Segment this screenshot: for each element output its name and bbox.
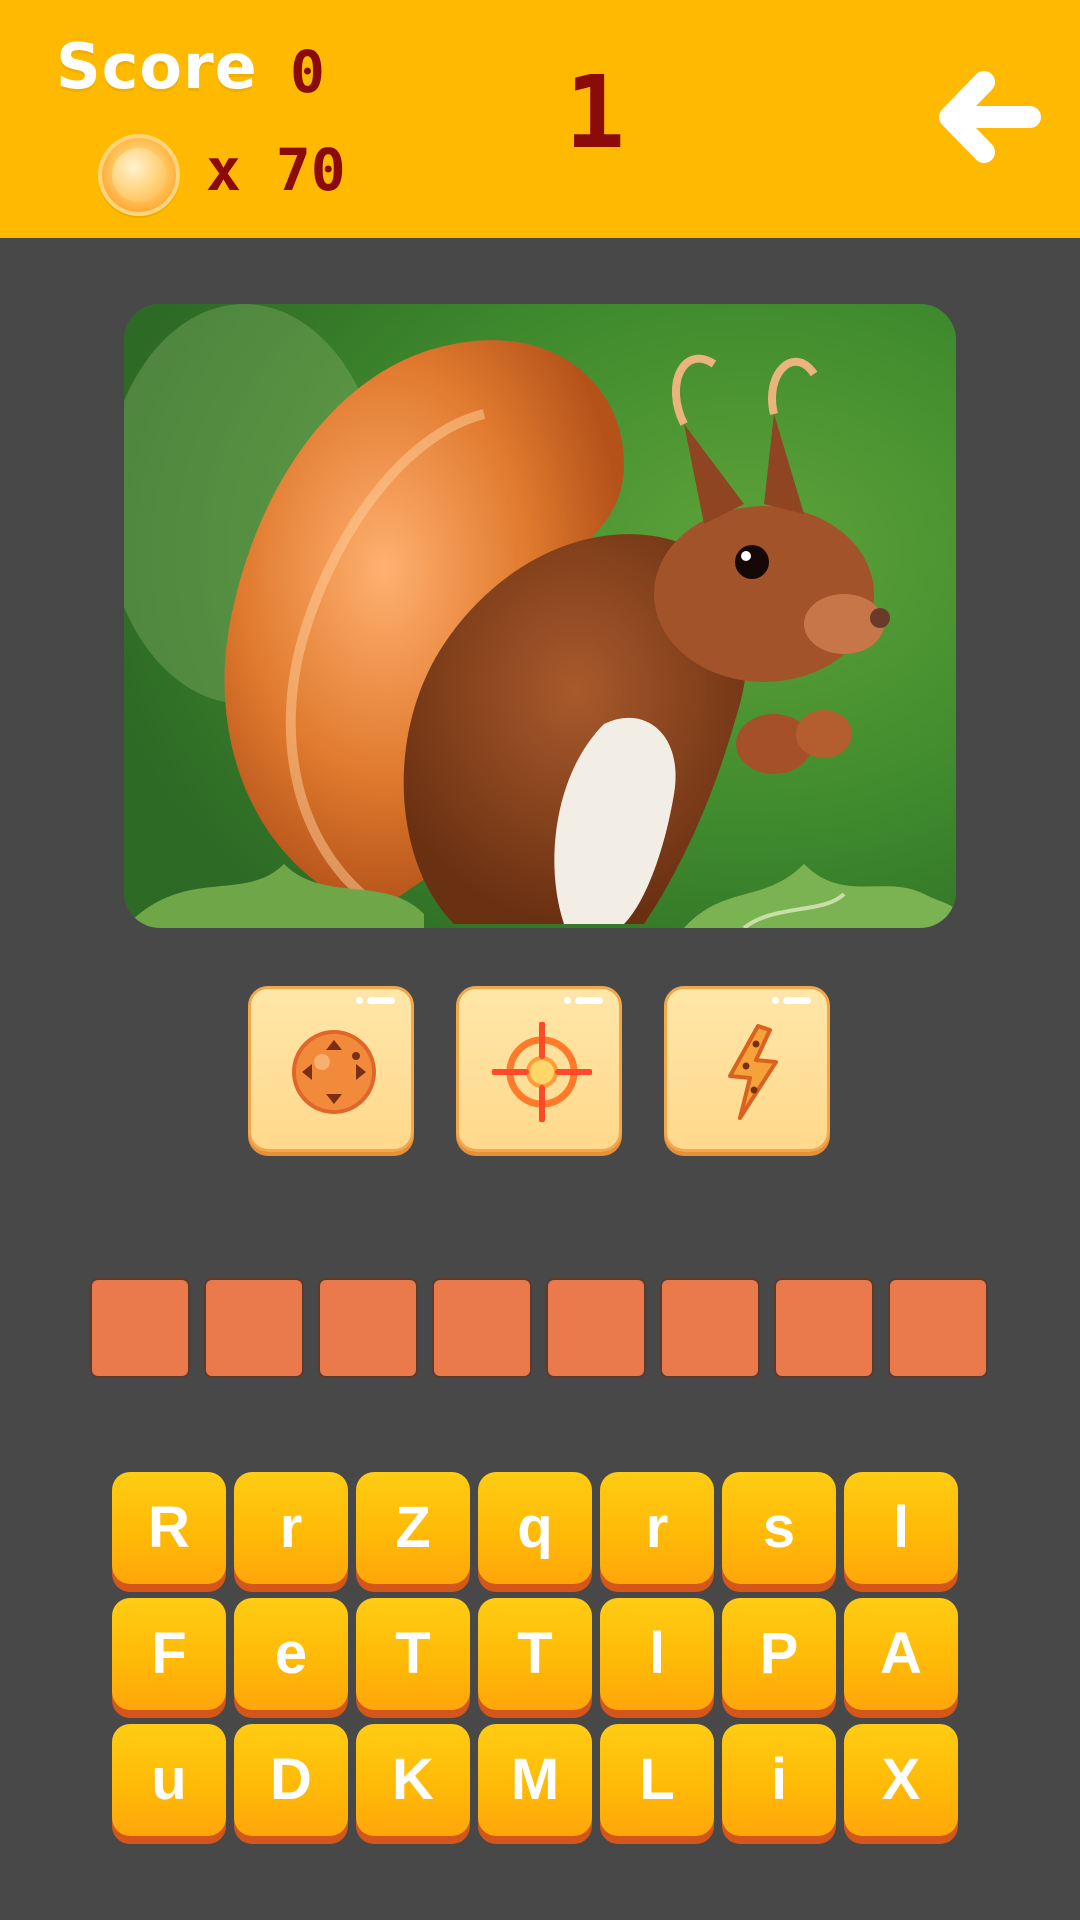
letter-key[interactable]: r (234, 1472, 348, 1584)
letter-key[interactable]: i (722, 1724, 836, 1836)
letter-key[interactable]: M (478, 1724, 592, 1836)
letter-key[interactable]: e (234, 1598, 348, 1710)
top-bar: Score 0 x 70 1 (0, 0, 1080, 238)
arrow-left-icon (939, 71, 1041, 163)
letter-key[interactable]: s (722, 1472, 836, 1584)
hint-button-cookie[interactable] (248, 986, 414, 1152)
answer-slot[interactable] (546, 1278, 646, 1378)
letter-key[interactable]: P (722, 1598, 836, 1710)
coin-icon (98, 134, 180, 216)
cookie-icon (292, 1030, 376, 1114)
score-value: 0 (290, 38, 325, 106)
coin-count: x 70 (206, 136, 346, 204)
answer-slot[interactable] (774, 1278, 874, 1378)
letter-key[interactable]: L (600, 1724, 714, 1836)
coin-count-value: 70 (275, 136, 346, 204)
letter-key[interactable]: u (112, 1724, 226, 1836)
coin-multiplier: x (206, 136, 241, 204)
answer-slot[interactable] (660, 1278, 760, 1378)
score-label: Score (56, 30, 258, 103)
hint-buttons (248, 986, 832, 1154)
squirrel-image (124, 304, 956, 928)
letter-key[interactable]: Z (356, 1472, 470, 1584)
back-button[interactable] (930, 58, 1048, 176)
letter-key[interactable]: T (478, 1598, 592, 1710)
lightning-bolt-icon (728, 1024, 778, 1120)
letter-key[interactable]: l (600, 1598, 714, 1710)
answer-slot[interactable] (90, 1278, 190, 1378)
letter-key[interactable]: X (844, 1724, 958, 1836)
letter-key[interactable]: T (356, 1598, 470, 1710)
answer-slot[interactable] (432, 1278, 532, 1378)
level-number: 1 (564, 54, 626, 171)
answer-slot[interactable] (888, 1278, 988, 1378)
answer-slot[interactable] (204, 1278, 304, 1378)
letter-key[interactable]: A (844, 1598, 958, 1710)
letter-key[interactable]: D (234, 1724, 348, 1836)
crosshair-target-icon (492, 1022, 592, 1122)
letter-key[interactable]: r (600, 1472, 714, 1584)
hint-button-bolt[interactable] (664, 986, 830, 1152)
answer-slot[interactable] (318, 1278, 418, 1378)
hint-button-target[interactable] (456, 986, 622, 1152)
letter-key[interactable]: q (478, 1472, 592, 1584)
letter-key[interactable]: R (112, 1472, 226, 1584)
puzzle-image (124, 304, 956, 928)
letter-key[interactable]: l (844, 1472, 958, 1584)
letter-key[interactable]: F (112, 1598, 226, 1710)
letter-key[interactable]: K (356, 1724, 470, 1836)
